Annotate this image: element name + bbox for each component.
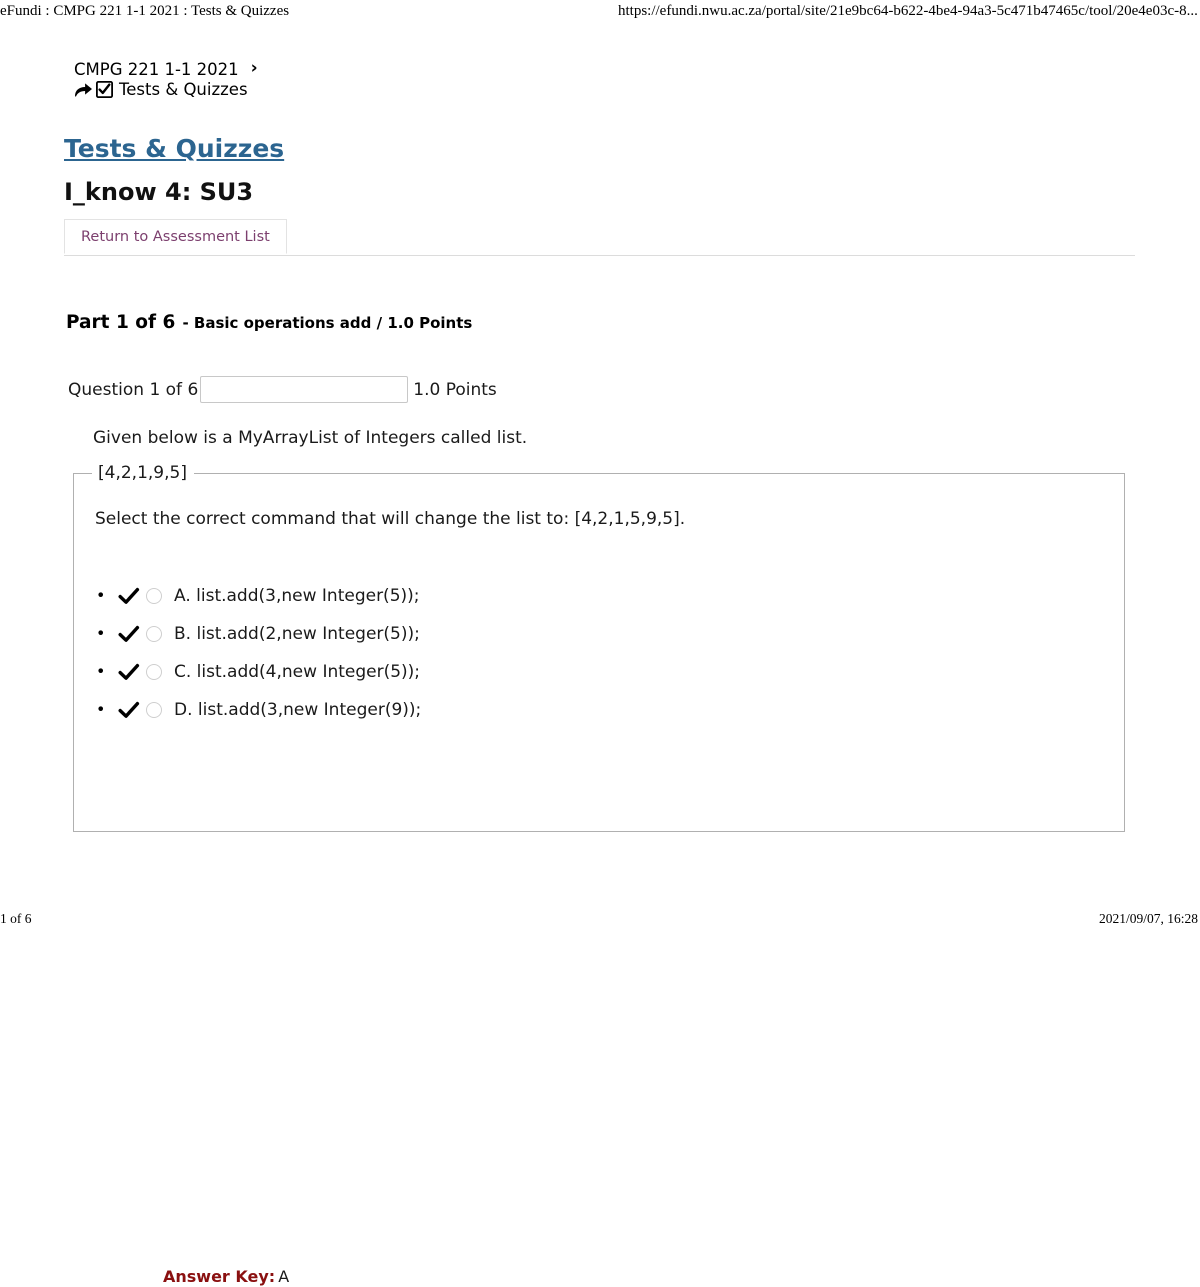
answer-key-value: A <box>278 1267 290 1286</box>
answer-key-label: Answer Key: <box>163 1267 276 1286</box>
check-mark-icon <box>118 701 140 719</box>
question-number-label: Question 1 of 6 <box>68 379 199 400</box>
answer-option-d-label: D. list.add(3,new Integer(9)); <box>174 700 422 720</box>
return-to-assessment-list-label: Return to Assessment List <box>81 228 270 245</box>
question-stem-text: Given below is a MyArrayList of Integers… <box>93 428 528 448</box>
assessment-title: I_know 4: SU3 <box>64 178 254 206</box>
part-heading-main: Part 1 of 6 <box>66 312 176 333</box>
part-heading-sub: - Basic operations add / 1.0 Points <box>182 314 473 332</box>
breadcrumb-line-tool: Tests & Quizzes <box>74 80 258 99</box>
answer-option-c-label: C. list.add(4,new Integer(5)); <box>174 662 421 682</box>
print-footer-timestamp: 2021/09/07, 16:28 <box>1098 911 1198 926</box>
check-mark-icon <box>118 625 140 643</box>
breadcrumb-line-site: CMPG 221 1-1 2021 › <box>74 58 258 80</box>
answer-option-d-radio[interactable] <box>146 702 162 718</box>
arrow-right-curved-icon <box>74 82 93 98</box>
answer-option-b-radio[interactable] <box>146 626 162 642</box>
check-mark-icon <box>118 587 140 605</box>
question-score-input[interactable] <box>200 376 409 403</box>
chevron-right-icon: › <box>250 58 258 78</box>
question-points-label: 1.0 Points <box>413 379 497 400</box>
question-header-row: Question 1 of 6 1.0 Points <box>68 376 497 403</box>
answer-option-c[interactable]: C. list.add(4,new Integer(5)); <box>118 653 421 691</box>
tab-bar: Return to Assessment List <box>64 219 1135 256</box>
question-prompt-text: Select the correct command that will cha… <box>95 509 686 529</box>
answer-options-list: A. list.add(3,new Integer(5)); B. list.a… <box>94 577 421 729</box>
breadcrumb: CMPG 221 1-1 2021 › Tests & Quizzes <box>74 58 258 100</box>
page-content: CMPG 221 1-1 2021 › Tests & Quizzes Test… <box>0 0 1200 1286</box>
print-footer-page: 1 of 6 <box>0 911 32 926</box>
answer-option-d[interactable]: D. list.add(3,new Integer(9)); <box>118 691 421 729</box>
breadcrumb-tool-label[interactable]: Tests & Quizzes <box>119 80 248 99</box>
answer-option-a[interactable]: A. list.add(3,new Integer(5)); <box>118 577 421 615</box>
check-mark-icon <box>118 663 140 681</box>
answer-option-b[interactable]: B. list.add(2,new Integer(5)); <box>118 615 421 653</box>
answer-key: Answer Key: A <box>163 1267 289 1287</box>
tool-title-link[interactable]: Tests & Quizzes <box>64 134 284 163</box>
return-to-assessment-list-button[interactable]: Return to Assessment List <box>64 219 287 254</box>
question-body-fieldset: [4,2,1,9,5] Select the correct command t… <box>73 462 1125 1286</box>
answer-option-a-radio[interactable] <box>146 588 162 604</box>
breadcrumb-site-label[interactable]: CMPG 221 1-1 2021 <box>74 60 239 79</box>
answer-option-c-radio[interactable] <box>146 664 162 680</box>
checkbox-checked-icon <box>95 80 113 98</box>
part-heading: Part 1 of 6 - Basic operations add / 1.0… <box>66 312 472 333</box>
question-fieldset-legend: [4,2,1,9,5] <box>92 462 194 484</box>
answer-option-b-label: B. list.add(2,new Integer(5)); <box>174 624 420 644</box>
answer-option-a-label: A. list.add(3,new Integer(5)); <box>174 586 420 606</box>
